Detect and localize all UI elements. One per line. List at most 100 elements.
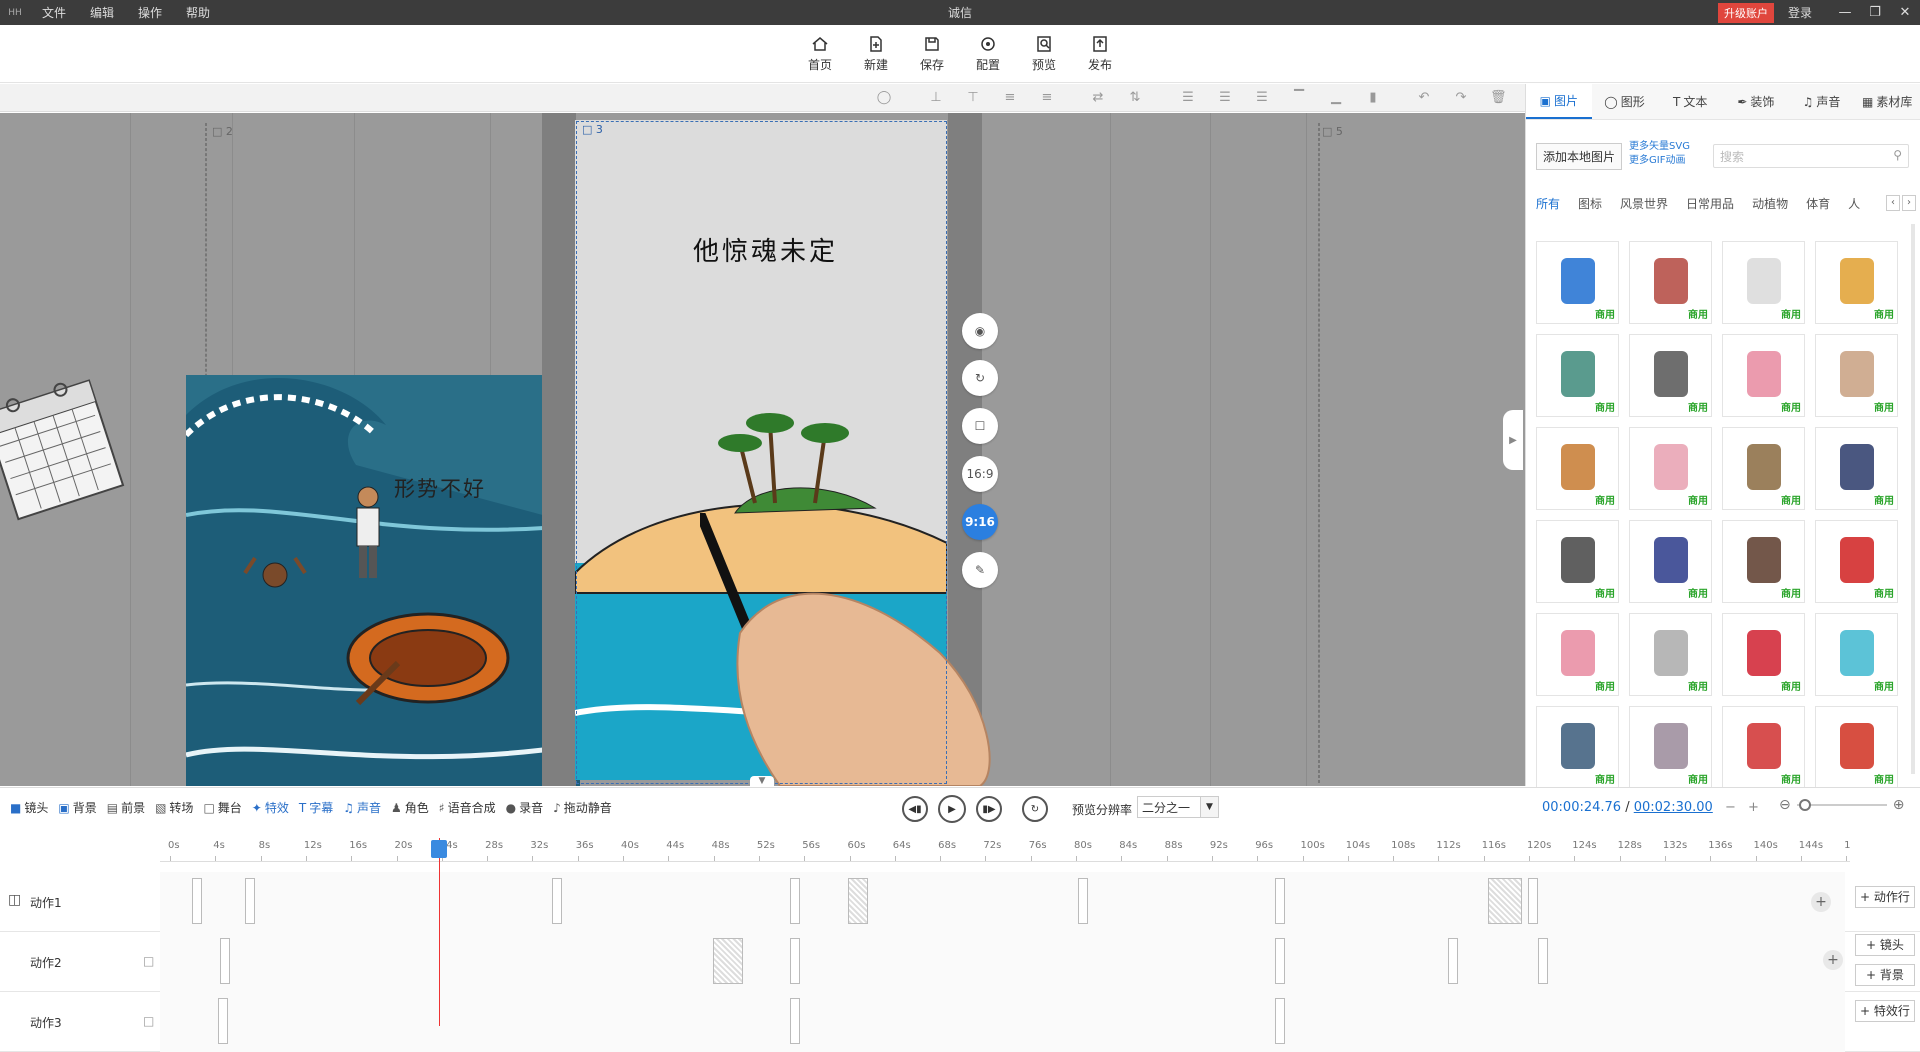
transition-button[interactable]: ▧ 转场: [155, 799, 193, 816]
menu-help[interactable]: 帮助: [174, 4, 222, 21]
selected-scene-frame[interactable]: [576, 121, 947, 784]
plus-icon[interactable]: +: [1748, 800, 1759, 815]
category-scenery[interactable]: 风景世界: [1620, 195, 1668, 212]
login-link[interactable]: 登录: [1788, 4, 1812, 21]
add-background-button[interactable]: + 背景: [1855, 964, 1915, 986]
menu-edit[interactable]: 编辑: [78, 4, 126, 21]
track-clip[interactable]: [848, 878, 868, 924]
lens-button[interactable]: ■ 镜头: [10, 799, 48, 816]
asset-item[interactable]: 商用: [1722, 427, 1805, 510]
skip-forward-icon[interactable]: ▮▶: [976, 796, 1002, 822]
category-daily[interactable]: 日常用品: [1686, 195, 1734, 212]
asset-item[interactable]: 商用: [1722, 334, 1805, 417]
play-icon[interactable]: ▶: [938, 795, 966, 823]
calendar-illustration[interactable]: [0, 353, 140, 553]
new-button[interactable]: 新建: [859, 35, 893, 73]
category-prev-icon[interactable]: ‹: [1886, 195, 1900, 211]
asset-item[interactable]: 商用: [1722, 613, 1805, 696]
snapshot-button[interactable]: ◉: [962, 313, 998, 349]
raft-illustration[interactable]: [338, 603, 513, 713]
minimize-icon[interactable]: —: [1830, 5, 1860, 20]
redo-icon[interactable]: ↷: [1453, 90, 1469, 106]
resolution-select[interactable]: 二分之一 ▼: [1137, 796, 1219, 818]
add-lens-button[interactable]: + 镜头: [1855, 934, 1915, 956]
track-clip[interactable]: [220, 938, 230, 984]
category-animals[interactable]: 动植物: [1752, 195, 1788, 212]
track-clip[interactable]: [245, 878, 255, 924]
align-hcenter-icon[interactable]: ☰: [1254, 90, 1270, 106]
asset-item[interactable]: 商用: [1815, 520, 1898, 603]
flip-h-icon[interactable]: ⇄: [1090, 90, 1106, 106]
zoom-out-icon[interactable]: ⊖: [1779, 797, 1791, 813]
asset-item[interactable]: 商用: [1815, 241, 1898, 324]
config-button[interactable]: 配置: [971, 35, 1005, 73]
ratio-16-9-button[interactable]: 16:9: [962, 456, 998, 492]
asset-item[interactable]: 商用: [1722, 706, 1805, 789]
zoom-knob[interactable]: [1798, 799, 1811, 811]
category-sports[interactable]: 体育: [1806, 195, 1830, 212]
asset-item[interactable]: 商用: [1815, 613, 1898, 696]
total-time[interactable]: 00:02:30.00: [1634, 800, 1713, 815]
man-figure[interactable]: [343, 483, 393, 583]
unlock-button[interactable]: ☐: [962, 408, 998, 444]
foreground-button[interactable]: ▤ 前景: [107, 799, 145, 816]
track-clip[interactable]: [1538, 938, 1548, 984]
track-lane[interactable]: [160, 932, 1845, 992]
edit-button[interactable]: ✎: [962, 552, 998, 588]
track-clip[interactable]: [1488, 878, 1522, 924]
effects-button[interactable]: ✦ 特效: [252, 799, 289, 816]
track-clip[interactable]: [1528, 878, 1538, 924]
asset-item[interactable]: 商用: [1629, 706, 1712, 789]
tab-sound[interactable]: ♫ 声音: [1789, 84, 1855, 119]
asset-item[interactable]: 商用: [1629, 613, 1712, 696]
minus-icon[interactable]: −: [1725, 800, 1736, 815]
collapse-handle[interactable]: ▼: [750, 776, 774, 786]
align-left-icon[interactable]: ☰: [1180, 90, 1196, 106]
tab-shapes[interactable]: ◯ 图形: [1592, 84, 1658, 119]
trash-icon[interactable]: □: [143, 954, 154, 968]
subtitle-button[interactable]: T 字幕: [299, 799, 333, 816]
upgrade-button[interactable]: 升级账户: [1717, 2, 1774, 23]
asset-item[interactable]: 商用: [1536, 613, 1619, 696]
track-clip[interactable]: [1275, 938, 1285, 984]
time-ruler[interactable]: 0s 4s 8s 12s 16s 20s 24s 28s 32s 36s 40s 44s 48s 52s 5…: [160, 838, 1850, 862]
menu-operate[interactable]: 操作: [126, 4, 174, 21]
asset-item[interactable]: 商用: [1629, 427, 1712, 510]
category-people[interactable]: 人: [1848, 195, 1860, 212]
sound-button[interactable]: ♫ 声音: [343, 799, 381, 816]
asset-scrollbar[interactable]: [1911, 224, 1915, 774]
asset-item[interactable]: 商用: [1629, 520, 1712, 603]
home-button[interactable]: 首页: [803, 35, 837, 73]
asset-item[interactable]: 商用: [1815, 427, 1898, 510]
stage-canvas[interactable]: □ 2 □ 5 形势不好 他惊魂未定 □ 3 ◉ ↻ ☐ 16:9 9:16 ✎…: [0, 113, 1525, 786]
track-clip[interactable]: [218, 998, 228, 1044]
restore-icon[interactable]: ❐: [1860, 5, 1890, 20]
add-clip-icon[interactable]: +: [1811, 892, 1831, 912]
track-clip[interactable]: [192, 878, 202, 924]
align-right-icon[interactable]: ☰: [1217, 90, 1233, 106]
tts-button[interactable]: ♯ 语音合成: [439, 799, 496, 816]
category-icons[interactable]: 图标: [1578, 195, 1602, 212]
trash-icon[interactable]: □: [143, 1014, 154, 1028]
category-next-icon[interactable]: ›: [1902, 195, 1916, 211]
asset-item[interactable]: 商用: [1815, 334, 1898, 417]
add-action-row-button[interactable]: + 动作行: [1855, 886, 1915, 908]
track-clip[interactable]: [713, 938, 743, 984]
tab-decorations[interactable]: ✒ 装饰: [1723, 84, 1789, 119]
asset-item[interactable]: 商用: [1536, 520, 1619, 603]
track-lane[interactable]: [160, 872, 1845, 932]
align-bottom-edge-icon[interactable]: ▁: [1328, 90, 1344, 106]
align-vcenter-icon[interactable]: ≡: [1002, 90, 1018, 106]
more-gif-link[interactable]: 更多GIF动画: [1629, 154, 1690, 168]
stage-button[interactable]: □ 舞台: [203, 799, 241, 816]
search-input[interactable]: 搜索 ⚲: [1713, 144, 1909, 168]
close-icon[interactable]: ✕: [1890, 5, 1920, 20]
distribute-h-icon[interactable]: ▮: [1365, 90, 1381, 106]
track-clip[interactable]: [790, 878, 800, 924]
add-effect-row-button[interactable]: + 特效行: [1855, 1000, 1915, 1022]
undo-icon[interactable]: ↶: [1416, 90, 1432, 106]
track-clip[interactable]: [1448, 938, 1458, 984]
refresh-button[interactable]: ↻: [962, 360, 998, 396]
drag-mute-button[interactable]: ♪ 拖动静音: [553, 799, 612, 816]
add-clip-icon[interactable]: +: [1823, 950, 1843, 970]
